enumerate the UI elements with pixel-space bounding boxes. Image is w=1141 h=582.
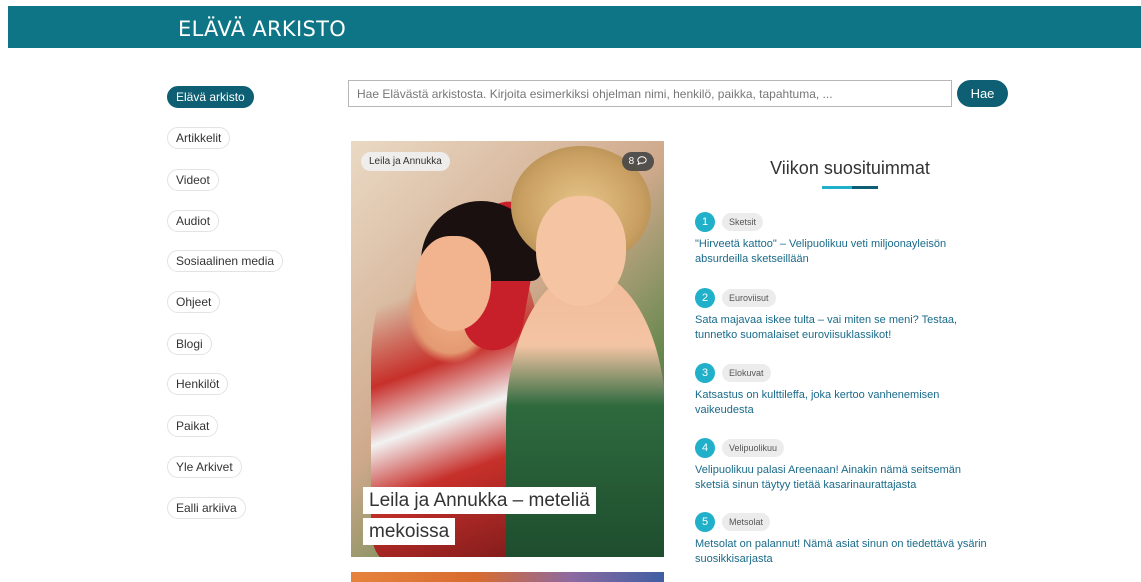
comment-count: 8 xyxy=(628,156,635,167)
featured-image-detail xyxy=(416,236,491,331)
nav-item-elava-arkisto[interactable]: Elävä arkisto xyxy=(167,86,254,108)
next-article-card[interactable] xyxy=(351,572,664,582)
category-tag[interactable]: Elokuvat xyxy=(722,364,771,382)
top-bar: ELÄVÄ ARKISTO xyxy=(8,6,1141,48)
popular-item-link[interactable]: Sata majavaa iskee tulta – vai miten se … xyxy=(695,313,990,343)
nav-item-artikkelit[interactable]: Artikkelit xyxy=(167,127,231,149)
nav-item-paikat[interactable]: Paikat xyxy=(167,415,219,437)
popular-item-link[interactable]: "Hirveetä kattoo" – Velipuolikuu veti mi… xyxy=(695,237,990,267)
search-input[interactable] xyxy=(348,80,952,107)
comment-count-badge[interactable]: 8 xyxy=(621,152,654,171)
category-tag[interactable]: Euroviisut xyxy=(722,289,776,307)
nav-item-sosiaalinen-media[interactable]: Sosiaalinen media xyxy=(167,250,284,272)
popular-item-link[interactable]: Velipuolikuu palasi Areenaan! Ainakin nä… xyxy=(695,463,990,493)
featured-image-detail xyxy=(536,196,626,306)
nav-item-ohjeet[interactable]: Ohjeet xyxy=(167,291,221,313)
site-logo[interactable]: ELÄVÄ ARKISTO xyxy=(178,17,346,41)
featured-title-text: Leila ja Annukka – meteliä mekoissa xyxy=(363,487,596,545)
popular-item-link[interactable]: Metsolat on palannut! Nämä asiat sinun o… xyxy=(695,537,990,567)
nav-item-ealli-arkiiva[interactable]: Ealli arkiiva xyxy=(167,497,246,519)
nav-item-videot[interactable]: Videot xyxy=(167,169,219,191)
category-tag[interactable]: Sketsit xyxy=(722,213,764,231)
rank-badge: 2 xyxy=(695,288,715,308)
popular-item-link[interactable]: Katsastus on kulttileffa, joka kertoo va… xyxy=(695,388,990,418)
nav-item-yle-arkivet[interactable]: Yle Arkivet xyxy=(167,456,242,478)
rank-badge: 4 xyxy=(695,438,715,458)
category-tag[interactable]: Velipuolikuu xyxy=(722,439,785,457)
rank-badge: 3 xyxy=(695,363,715,383)
nav-item-blogi[interactable]: Blogi xyxy=(167,333,212,355)
featured-article-card[interactable]: Leila ja Annukka 8 Leila ja Annukka – me… xyxy=(351,141,664,557)
search-button[interactable]: Hae xyxy=(957,80,1008,107)
heading-underline xyxy=(822,186,878,189)
featured-title[interactable]: Leila ja Annukka – meteliä mekoissa xyxy=(363,485,623,547)
rank-badge: 5 xyxy=(695,512,715,532)
speech-bubble-icon xyxy=(637,156,647,166)
popular-heading: Viikon suosituimmat xyxy=(770,158,930,178)
category-tag[interactable]: Metsolat xyxy=(722,513,771,531)
nav-item-henkilot[interactable]: Henkilöt xyxy=(167,373,229,395)
featured-tag[interactable]: Leila ja Annukka xyxy=(361,152,450,171)
nav-item-audiot[interactable]: Audiot xyxy=(167,210,220,232)
rank-badge: 1 xyxy=(695,212,715,232)
